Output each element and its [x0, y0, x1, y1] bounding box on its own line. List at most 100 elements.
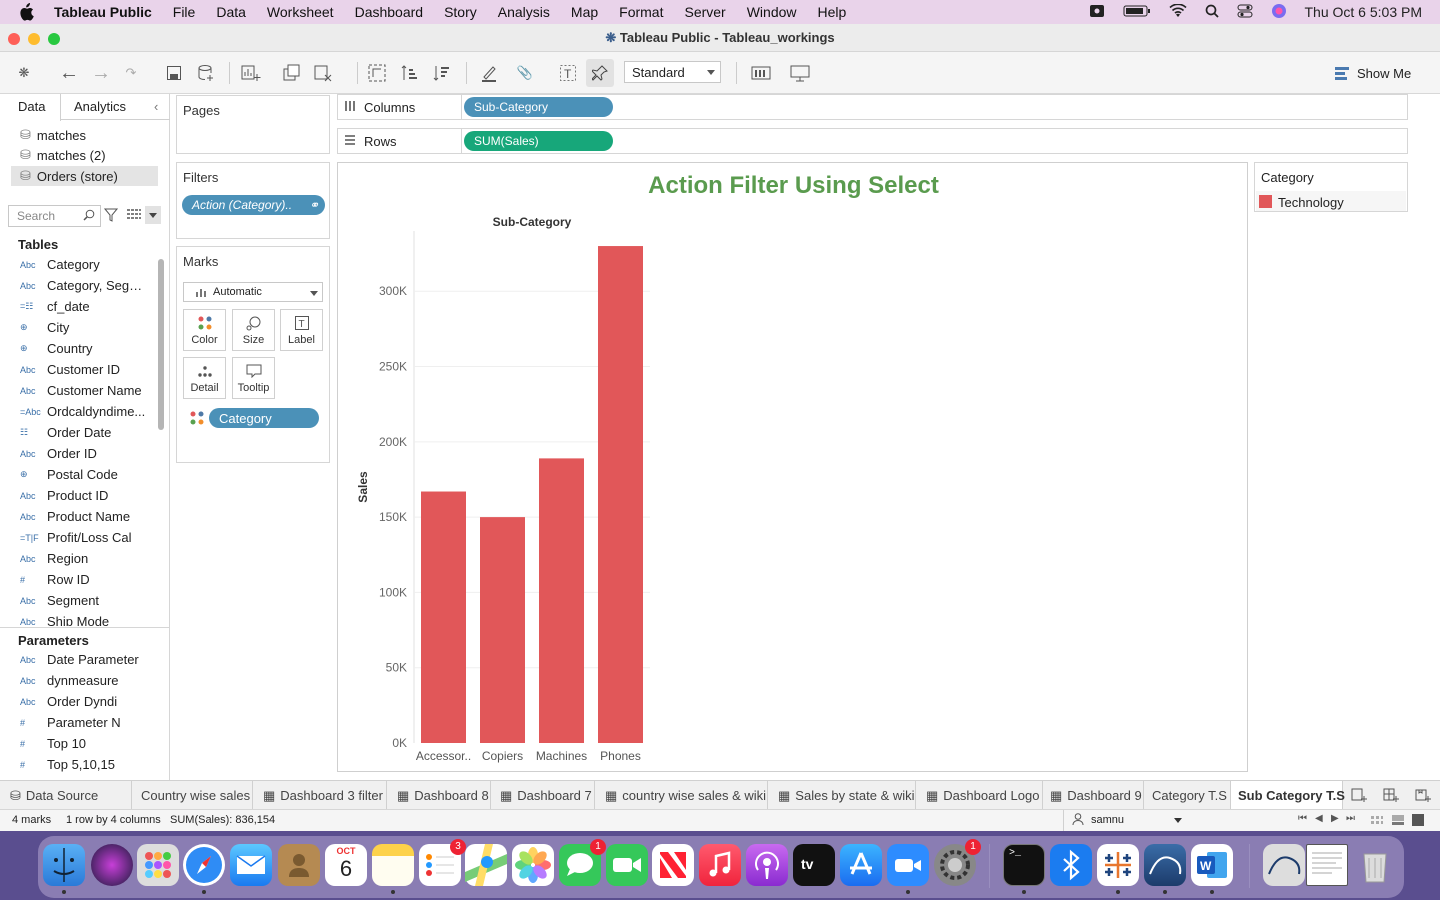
show-cards-icon[interactable]	[750, 62, 772, 84]
field-item[interactable]: Abc Category	[20, 257, 147, 272]
terminal-icon[interactable]: >_	[1003, 844, 1045, 886]
menu-help[interactable]: Help	[818, 4, 847, 20]
tab-data[interactable]: Data	[0, 94, 61, 121]
tabs-view-icon[interactable]	[1391, 814, 1405, 829]
field-item[interactable]: ⊕ Country	[20, 341, 147, 356]
app-store-icon[interactable]	[840, 844, 882, 886]
tab-country-wise-sales-wiki[interactable]: ▦ country wise sales & wiki	[605, 788, 766, 804]
safari-icon[interactable]	[183, 844, 225, 886]
siri-app-icon[interactable]	[91, 844, 133, 886]
show-me-button[interactable]: Show Me	[1335, 62, 1411, 84]
tab-dashboard-3-filter[interactable]: ▦ Dashboard 3 filter	[263, 788, 383, 804]
new-data-source-icon[interactable]	[195, 62, 217, 84]
filter-pill[interactable]: Action (Category).. ⚭	[182, 195, 325, 215]
menu-app-name[interactable]: Tableau Public	[54, 4, 152, 20]
bar-accessor[interactable]	[421, 491, 466, 743]
sum-sales-row-pill[interactable]: SUM(Sales)	[464, 131, 613, 151]
data-source-item[interactable]: ⛁ matches	[20, 127, 86, 143]
filmstrip-view-icon[interactable]	[1370, 814, 1384, 829]
bar-machines[interactable]	[539, 458, 584, 743]
menu-worksheet[interactable]: Worksheet	[267, 4, 334, 20]
sql-document-icon[interactable]	[1263, 844, 1305, 886]
field-item[interactable]: Abc Region	[20, 551, 147, 566]
tab-sales-by-state-wiki[interactable]: ▦ Sales by state & wiki	[778, 788, 915, 804]
redo-icon[interactable]: →	[90, 62, 112, 84]
sub-category-column-pill[interactable]: Sub-Category	[464, 97, 613, 117]
siri-icon[interactable]	[1271, 3, 1287, 22]
category-marks-pill[interactable]: Category	[209, 408, 319, 428]
mysql-workbench-icon[interactable]	[1144, 844, 1186, 886]
data-source-item[interactable]: ⛁ matches (2)	[20, 147, 106, 163]
field-item[interactable]: Abc Order ID	[20, 446, 147, 461]
tab-analytics[interactable]: Analytics	[74, 99, 126, 114]
menu-data[interactable]: Data	[216, 4, 246, 20]
group-members-icon[interactable]: 📎	[514, 62, 536, 84]
menu-window[interactable]: Window	[747, 4, 797, 20]
data-source-item-selected[interactable]: ⛁ Orders (store)	[11, 166, 158, 186]
field-item[interactable]: Abc Category, Segm...	[20, 278, 147, 293]
menu-map[interactable]: Map	[571, 4, 598, 20]
apple-tv-icon[interactable]: tv	[793, 844, 835, 886]
tableau-app-icon[interactable]	[1097, 844, 1139, 886]
parameter-item[interactable]: # Top 10	[20, 736, 147, 751]
bar-phones[interactable]	[598, 246, 643, 743]
mark-type-dropdown[interactable]: Automatic	[183, 282, 323, 302]
field-item[interactable]: Abc Product ID	[20, 488, 147, 503]
new-worksheet-icon[interactable]	[240, 62, 262, 84]
replay-icon[interactable]: ↷	[120, 62, 142, 84]
field-item[interactable]: Abc Customer ID	[20, 362, 147, 377]
field-item[interactable]: # Row ID	[20, 572, 147, 587]
menu-analysis[interactable]: Analysis	[498, 4, 550, 20]
screen-record-icon[interactable]	[1089, 4, 1105, 21]
notes-icon[interactable]	[372, 844, 414, 886]
user-dropdown[interactable]: samnu	[1063, 810, 1190, 831]
messages-icon[interactable]: 1	[559, 839, 606, 886]
field-item[interactable]: =T|F Profit/Loss Cal	[20, 530, 147, 545]
search-input[interactable]: Search	[8, 205, 101, 227]
menu-dashboard[interactable]: Dashboard	[355, 4, 424, 20]
podcasts-icon[interactable]	[746, 844, 788, 886]
tab-dashboard-8[interactable]: ▦ Dashboard 8	[397, 788, 489, 804]
mail-icon[interactable]	[230, 844, 272, 886]
fix-axes-pin-icon[interactable]	[586, 59, 614, 87]
clear-sheet-icon[interactable]	[312, 62, 334, 84]
detail-button[interactable]: Detail	[183, 357, 226, 399]
bluetooth-icon[interactable]	[1050, 844, 1092, 886]
tab-dashboard-logo[interactable]: ▦ Dashboard Logo	[926, 788, 1039, 804]
pages-card[interactable]: Pages	[176, 95, 330, 154]
field-item[interactable]: =☷ cf_date	[20, 299, 147, 314]
tab-sub-category-ts-active[interactable]: Sub Category T.S	[1230, 781, 1345, 810]
calendar-icon[interactable]: OCT 6	[325, 844, 367, 886]
legend-item[interactable]: Technology	[1256, 191, 1406, 211]
zoom-icon[interactable]	[887, 844, 929, 886]
new-story-tab-icon[interactable]	[1415, 787, 1431, 806]
maps-icon[interactable]	[465, 844, 507, 886]
next-page-icon[interactable]: ▶	[1331, 813, 1339, 824]
bar-copiers[interactable]	[480, 517, 525, 743]
finder-icon[interactable]	[43, 844, 85, 886]
field-item[interactable]: ⊕ Postal Code	[20, 467, 147, 482]
duplicate-icon[interactable]	[281, 62, 303, 84]
news-icon[interactable]	[652, 844, 694, 886]
size-button[interactable]: Size	[232, 309, 275, 351]
tab-dashboard-9[interactable]: ▦ Dashboard 9	[1050, 788, 1142, 804]
label-button[interactable]: T Label	[280, 309, 323, 351]
filter-fields-icon[interactable]	[103, 208, 119, 225]
first-page-icon[interactable]: ⏮	[1298, 813, 1307, 824]
field-item[interactable]: Abc Customer Name	[20, 383, 147, 398]
field-item[interactable]: Abc Ship Mode	[20, 614, 147, 626]
system-preferences-icon[interactable]: 1	[934, 839, 981, 886]
parameter-item[interactable]: Abc Date Parameter	[20, 652, 147, 667]
field-item[interactable]: ☷ Order Date	[20, 425, 147, 440]
launchpad-icon[interactable]	[137, 844, 179, 886]
field-item[interactable]: ⊕ City	[20, 320, 147, 335]
tab-category-ts[interactable]: Category T.S	[1152, 788, 1227, 803]
tab-dashboard-7[interactable]: ▦ Dashboard 7	[500, 788, 592, 804]
sort-ascending-icon[interactable]	[399, 62, 421, 84]
word-icon[interactable]: W	[1191, 844, 1233, 886]
color-button[interactable]: Color	[183, 309, 226, 351]
parameter-item[interactable]: # Top 5,10,15	[20, 757, 147, 772]
tab-country-wise-sales[interactable]: Country wise sales	[141, 788, 250, 803]
wifi-icon[interactable]	[1168, 2, 1187, 21]
facetime-icon[interactable]	[606, 844, 648, 886]
